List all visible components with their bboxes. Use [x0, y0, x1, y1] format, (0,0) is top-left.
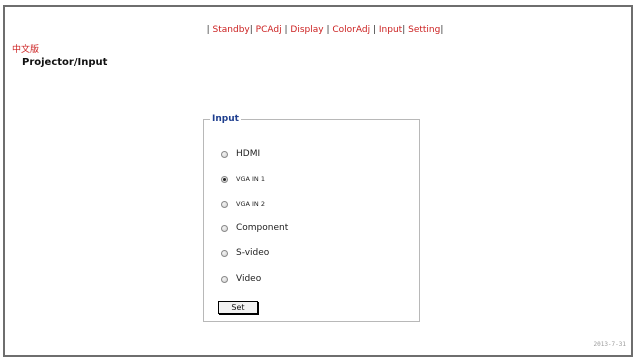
radio-button[interactable] [221, 249, 228, 257]
input-option-component[interactable]: Component [221, 223, 288, 233]
nav-item-display[interactable]: Display [290, 25, 323, 35]
set-button[interactable]: Set [218, 301, 258, 314]
input-option-vga-in-2[interactable]: VGA IN 2 [221, 200, 265, 208]
input-option-s-video[interactable]: S-video [221, 248, 269, 258]
page-title: Projector/Input [22, 57, 108, 68]
page-frame: | Standby| PCAdj | Display | ColorAdj | … [3, 5, 633, 357]
input-option-video[interactable]: Video [221, 274, 261, 284]
option-label: VGA IN 2 [236, 200, 265, 208]
input-option-hdmi[interactable]: HDMI [221, 149, 260, 159]
nav-separator: | [249, 25, 253, 35]
nav-item-setting[interactable]: Setting [408, 25, 440, 35]
option-label: Component [236, 223, 289, 233]
option-label: S-video [236, 248, 270, 258]
option-label: VGA IN 1 [236, 175, 265, 183]
radio-button[interactable] [221, 150, 228, 158]
nav-separator: | [326, 25, 330, 35]
nav-separator: | [440, 25, 444, 35]
input-fieldset: Input HDMI VGA IN 1 VGA IN 2 Component S… [203, 115, 420, 322]
option-label: Video [236, 274, 262, 284]
input-option-vga-in-1[interactable]: VGA IN 1 [221, 175, 265, 183]
nav-separator: | [284, 25, 288, 35]
radio-button[interactable] [221, 224, 228, 232]
footer-date: 2013-7-31 [593, 341, 626, 348]
nav-item-coloradj[interactable]: ColorAdj [332, 25, 370, 35]
nav-item-pcadj[interactable]: PCAdj [256, 25, 282, 35]
language-link-chinese[interactable]: 中文版 [12, 46, 39, 55]
top-nav: | Standby| PCAdj | Display | ColorAdj | … [12, 25, 638, 35]
nav-item-standby[interactable]: Standby [213, 25, 250, 35]
input-legend: Input [212, 114, 239, 124]
nav-separator: | [372, 25, 377, 35]
nav-item-input[interactable]: Input [379, 25, 402, 35]
radio-button[interactable] [221, 200, 228, 208]
radio-button[interactable] [221, 275, 228, 283]
nav-separator: | [402, 25, 406, 35]
radio-button-selected[interactable] [221, 175, 228, 183]
option-label: HDMI [236, 149, 261, 159]
nav-separator: | [206, 25, 210, 35]
